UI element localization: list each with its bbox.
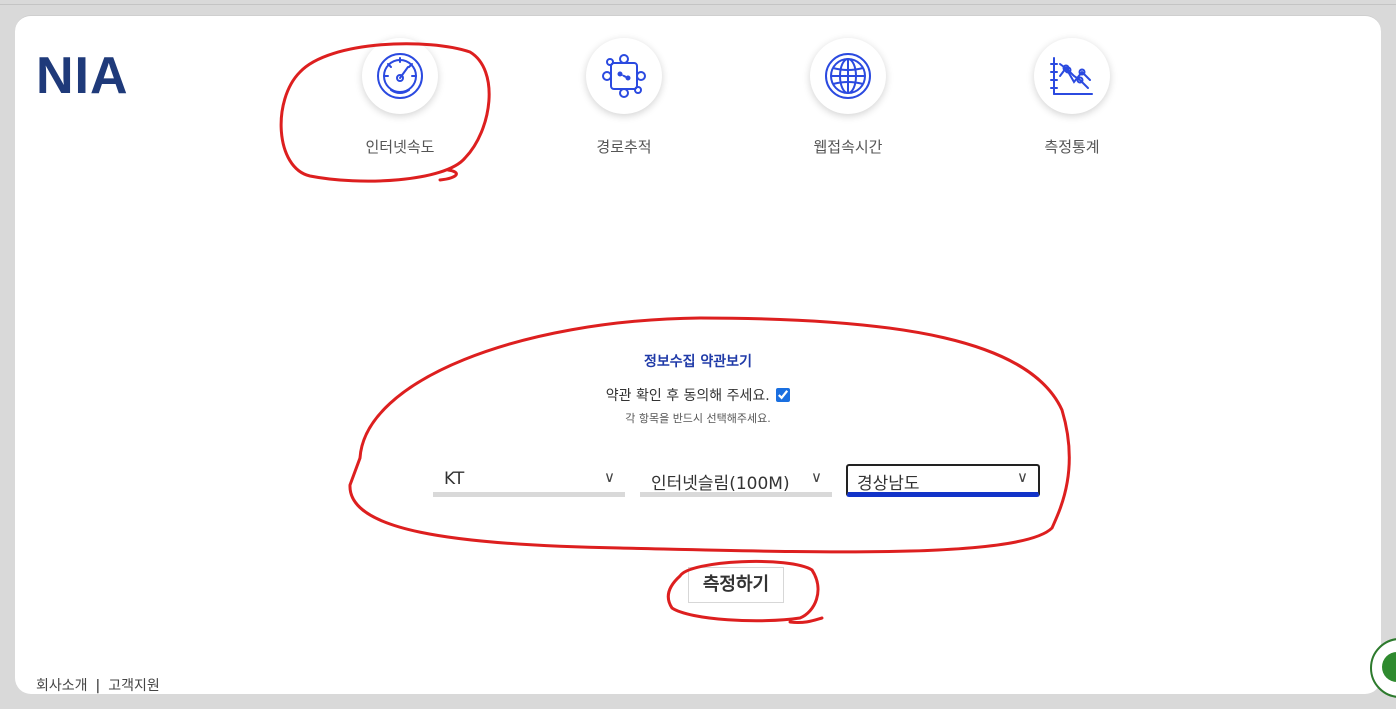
region-select-value: 경상남도 [857, 474, 920, 494]
nav-label: 인터넷속도 [365, 138, 435, 156]
nav-item-internet-speed[interactable]: 인터넷속도 [320, 38, 480, 157]
nav-label: 측정통계 [1044, 138, 1100, 156]
seal-emblem [1382, 652, 1396, 682]
selection-notice: 각 항목을 반드시 선택해주세요. [625, 412, 771, 425]
footer-links: 회사소개 | 고객지원 [36, 675, 160, 695]
nav-label: 경로추적 [596, 138, 652, 156]
top-nav: 인터넷속도 경로추적 웹접속시간 측정통계 [15, 38, 1381, 168]
nav-label: 웹접속시간 [813, 138, 883, 156]
nav-circle [362, 38, 438, 114]
footer-separator: | [95, 678, 101, 694]
isp-select[interactable]: KT ∨ [433, 464, 625, 497]
footer-company-link[interactable]: 회사소개 [36, 678, 88, 694]
nav-item-route-trace[interactable]: 경로추적 [544, 38, 704, 157]
chevron-down-icon: ∨ [811, 468, 822, 486]
terms-agree-label: 약관 확인 후 동의해 주세요. [605, 388, 770, 404]
window-top-edge [0, 4, 1396, 5]
nav-circle [586, 38, 662, 114]
region-select[interactable]: 경상남도 ∨ [846, 464, 1040, 497]
isp-select-value: KT [444, 469, 465, 489]
footer-support-link[interactable]: 고객지원 [108, 678, 160, 694]
nav-item-statistics[interactable]: 측정통계 [992, 38, 1152, 157]
plan-select-value: 인터넷슬림(100M) [651, 474, 790, 494]
terms-view-link[interactable]: 정보수집 약관보기 [15, 351, 1381, 371]
main-card: NIA 인터넷속도 경로추적 웹접속시간 측정통계 정보수집 약관보기 약관 확… [15, 15, 1381, 694]
nav-circle [1034, 38, 1110, 114]
globe-icon [825, 53, 871, 99]
chevron-down-icon: ∨ [1017, 468, 1028, 486]
terms-agree-row: 약관 확인 후 동의해 주세요. [15, 385, 1381, 405]
nav-circle [810, 38, 886, 114]
chevron-down-icon: ∨ [604, 468, 615, 486]
speedometer-icon [377, 53, 423, 99]
nav-item-web-access-time[interactable]: 웹접속시간 [768, 38, 928, 157]
measure-button[interactable]: 측정하기 [688, 567, 784, 603]
route-trace-icon [602, 54, 646, 98]
statistics-icon [1050, 57, 1093, 95]
plan-select[interactable]: 인터넷슬림(100M) ∨ [640, 464, 832, 497]
terms-agree-checkbox[interactable] [776, 388, 791, 402]
